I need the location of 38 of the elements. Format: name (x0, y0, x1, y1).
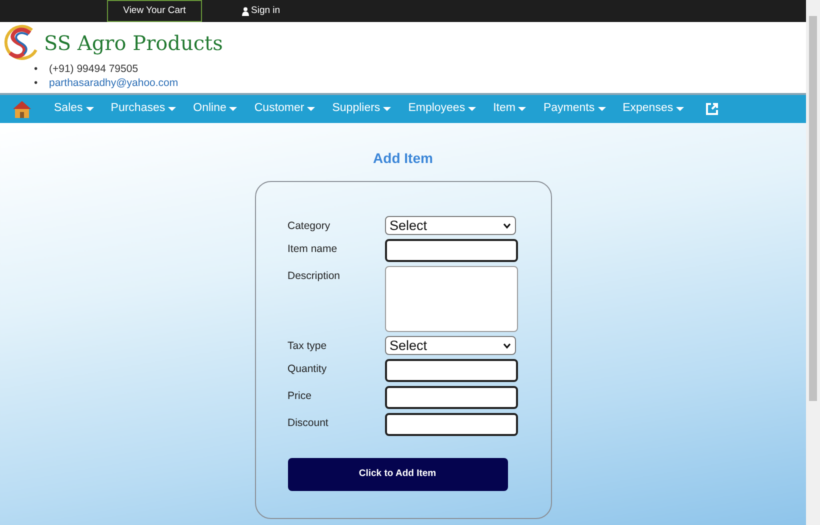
field-label: Item name (288, 242, 338, 257)
bullet: • (34, 76, 39, 90)
field-label: Discount (288, 416, 330, 431)
nav-menu-item[interactable]: Employees (408, 100, 476, 118)
select-field[interactable]: Select (384, 216, 516, 235)
external-link-icon[interactable] (705, 102, 720, 116)
chevron-icon (502, 222, 510, 228)
chevron-icon (502, 342, 510, 348)
nav-menu-item[interactable]: Payments (543, 100, 606, 118)
nav-menu-item[interactable]: Online (193, 100, 238, 118)
email-link[interactable]: parthasaradhy@yahoo.com (49, 77, 178, 89)
nav-menu-item[interactable]: Purchases (110, 100, 176, 118)
add-item-button[interactable]: Click to Add Item (288, 458, 508, 491)
scrollbar[interactable] (806, 0, 820, 525)
input-field[interactable] (384, 386, 518, 409)
nav-menu-item[interactable]: Customer (254, 100, 316, 118)
sign-in-link[interactable]: Sign in (242, 0, 280, 22)
nav-menu-item[interactable]: Sales (54, 100, 94, 118)
input-field[interactable] (384, 413, 518, 436)
nav-menu-item[interactable]: Item (493, 100, 526, 118)
home-icon[interactable] (12, 100, 32, 118)
nav-menu-item[interactable]: Expenses (622, 100, 684, 118)
form-title: Add Item (373, 149, 433, 168)
input-field[interactable] (384, 239, 518, 262)
logo-icon (2, 24, 40, 62)
field-label: Quantity (288, 362, 328, 377)
phone-number: (+91) 99494 79505 (49, 63, 138, 75)
nav-menu-item[interactable]: Suppliers (332, 100, 392, 118)
field-label: Description (288, 269, 342, 284)
bullet: • (34, 62, 39, 76)
input-field[interactable] (384, 359, 518, 382)
user-icon (242, 6, 249, 16)
field-label: Tax type (288, 339, 328, 354)
brand-name: SS Agro Products (44, 30, 223, 57)
field-label: Category (288, 219, 332, 234)
field-label: Price (288, 389, 312, 404)
cart-button[interactable]: View Your Cart (107, 0, 202, 22)
select-field[interactable]: Select (384, 336, 516, 355)
